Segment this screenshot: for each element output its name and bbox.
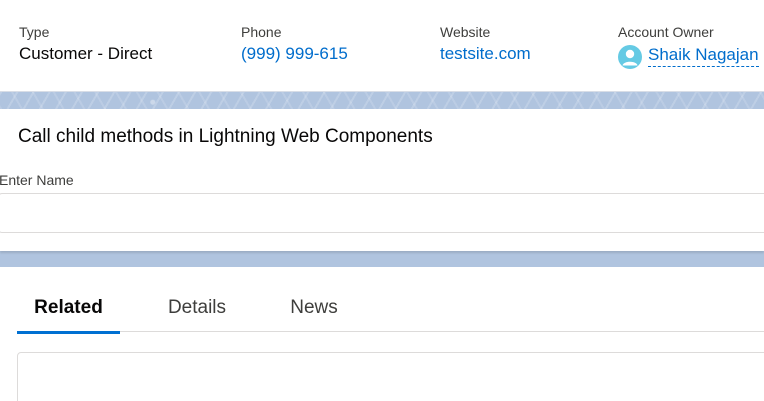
website-label: Website xyxy=(440,24,491,40)
tabs-card: Related Details News xyxy=(0,267,764,401)
account-owner-link[interactable]: Shaik Nagajan xyxy=(648,44,759,67)
record-page: Type Customer - Direct Phone (999) 999-6… xyxy=(0,0,764,401)
type-value: Customer - Direct xyxy=(19,44,153,63)
account-owner-label: Account Owner xyxy=(618,24,714,40)
website-link[interactable]: testsite.com xyxy=(440,42,531,66)
tab-details-label: Details xyxy=(167,297,227,318)
type-label: Type xyxy=(19,24,50,40)
name-input-label: Enter Name xyxy=(0,172,74,188)
user-avatar-icon[interactable] xyxy=(618,45,642,69)
phone-label: Phone xyxy=(241,24,282,40)
card-title: Call child methods in Lightning Web Comp… xyxy=(18,126,433,147)
tab-bar: Related Details News xyxy=(17,285,764,334)
lwc-card: Call child methods in Lightning Web Comp… xyxy=(0,109,764,251)
highlights-panel: Type Customer - Direct Phone (999) 999-6… xyxy=(0,0,764,92)
tab-news[interactable]: News xyxy=(279,285,349,332)
active-tab-indicator xyxy=(17,331,120,334)
tab-related-label: Related xyxy=(34,297,103,318)
phone-field: Phone (999) 999-615 xyxy=(241,23,348,66)
tab-details[interactable]: Details xyxy=(157,285,237,332)
name-input[interactable] xyxy=(0,193,764,233)
account-owner-field: Account Owner Shaik Nagajan xyxy=(618,23,759,69)
tab-related[interactable]: Related xyxy=(17,285,120,334)
background-pattern xyxy=(0,92,764,109)
account-owner-value: Shaik Nagajan xyxy=(618,42,759,69)
tab-news-label: News xyxy=(290,297,338,318)
website-field: Website testsite.com xyxy=(440,23,531,66)
related-tab-content xyxy=(17,352,764,401)
phone-link[interactable]: (999) 999-615 xyxy=(241,42,348,66)
type-field: Type Customer - Direct xyxy=(19,23,152,66)
